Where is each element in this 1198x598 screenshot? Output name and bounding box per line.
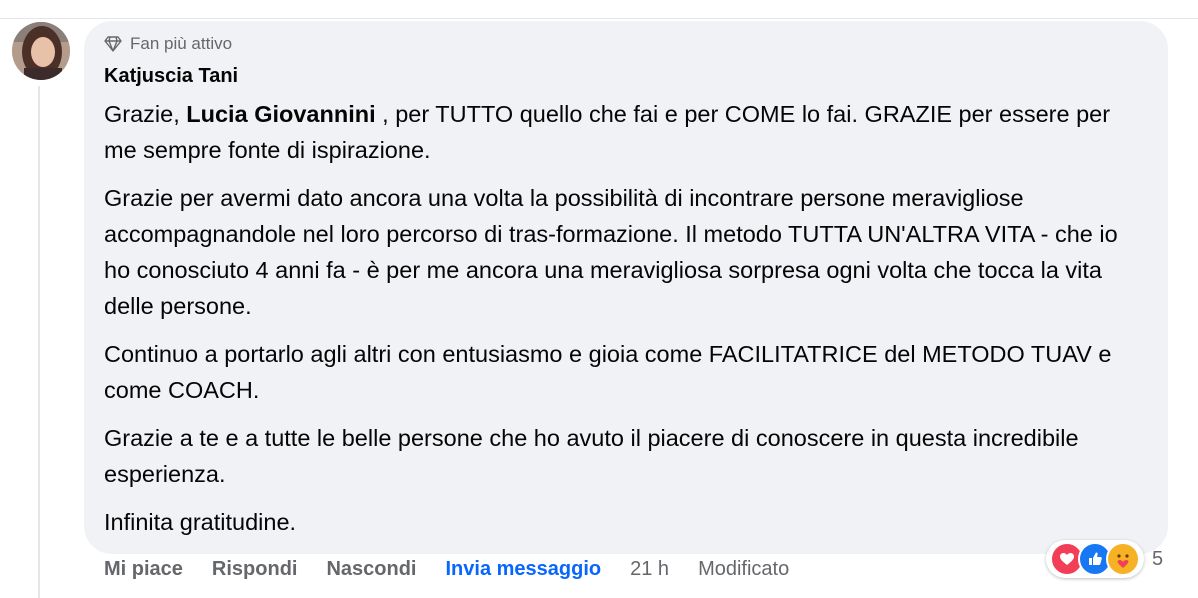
diamond-icon (104, 36, 122, 52)
send-message-button[interactable]: Invia messaggio (446, 558, 602, 581)
care-icon (1106, 542, 1140, 576)
mention-link[interactable]: Lucia Giovannini (186, 101, 375, 127)
author-name[interactable]: Katjuscia Tani (104, 65, 238, 88)
timestamp[interactable]: 21 h (630, 558, 669, 581)
comment-text: Grazie, Lucia Giovannini , per TUTTO que… (104, 96, 1144, 552)
text-segment: Grazie, (104, 101, 187, 127)
comment-paragraph: Infinita gratitudine. (104, 509, 297, 535)
comment-actions: Mi piace Rispondi Nascondi Invia messagg… (104, 558, 818, 581)
badge-label: Fan più attivo (130, 34, 233, 53)
thread-line (38, 86, 40, 598)
like-button[interactable]: Mi piace (104, 558, 183, 581)
comment-paragraph: Continuo a portarlo agli altri con entus… (104, 341, 1112, 403)
top-fan-badge[interactable]: Fan più attivo (104, 34, 232, 54)
comment-paragraph: Grazie a te e a tutte le belle persone c… (104, 425, 1079, 487)
reply-button[interactable]: Rispondi (212, 558, 298, 581)
hide-button[interactable]: Nascondi (326, 558, 416, 581)
reaction-count: 5 (1152, 547, 1164, 570)
reactions-summary[interactable]: 5 (1046, 540, 1163, 578)
edited-label[interactable]: Modificato (698, 558, 789, 581)
comment-paragraph: Grazie, Lucia Giovannini , per TUTTO que… (104, 96, 1144, 168)
top-divider (0, 0, 1198, 19)
comment-bubble: Fan più attivo Katjuscia Tani Grazie, Lu… (84, 21, 1168, 554)
reaction-icons (1046, 540, 1144, 578)
comment-paragraph: Grazie per avermi dato ancora una volta … (104, 185, 1118, 319)
avatar-image (12, 22, 70, 80)
avatar[interactable] (12, 22, 70, 80)
